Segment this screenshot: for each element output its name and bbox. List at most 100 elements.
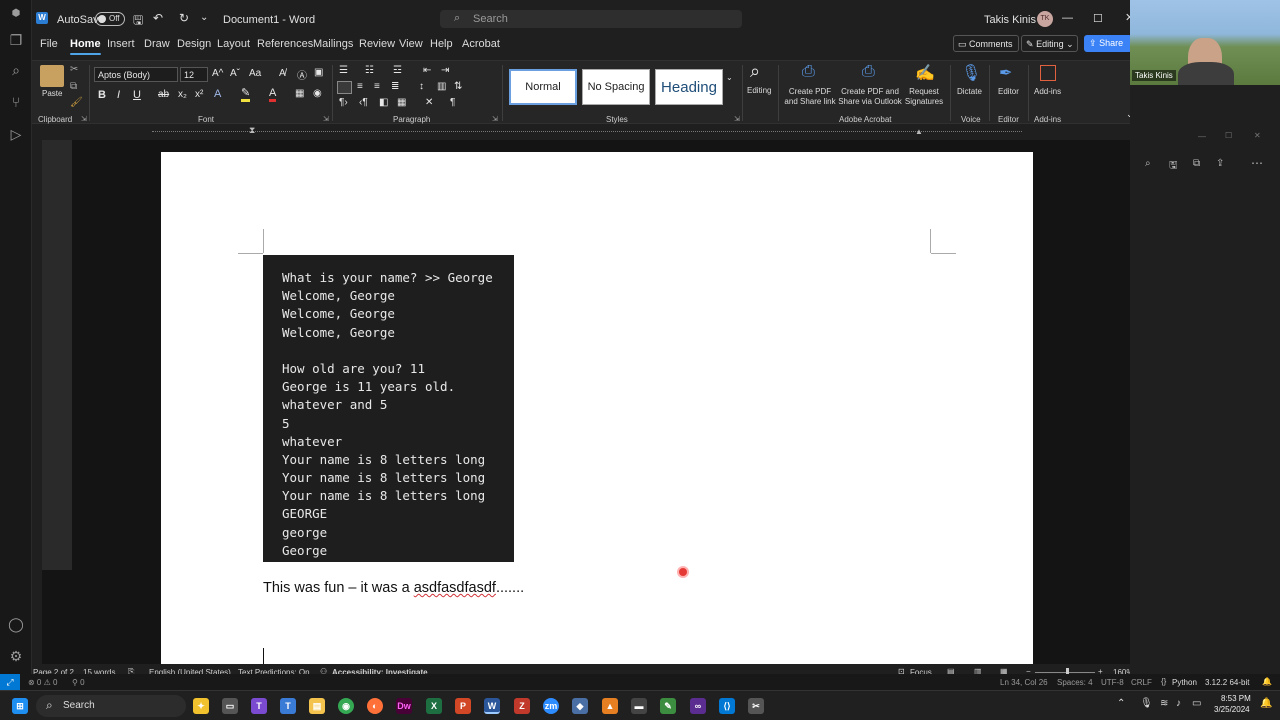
tab-insert[interactable]: Insert bbox=[107, 38, 135, 50]
notifications-icon[interactable]: 🔔 bbox=[1262, 677, 1272, 686]
filezilla-icon[interactable]: Z bbox=[514, 698, 530, 714]
indentation[interactable]: Spaces: 4 bbox=[1057, 678, 1093, 687]
subscript-icon[interactable]: x₂ bbox=[178, 89, 187, 100]
editor-pen-icon[interactable]: ✒ bbox=[999, 63, 1012, 83]
undo-icon[interactable]: ↶ bbox=[153, 11, 163, 25]
close-icon[interactable]: ✕ bbox=[1254, 131, 1261, 140]
python-interpreter[interactable]: 3.12.2 64-bit bbox=[1205, 678, 1249, 687]
tab-view[interactable]: View bbox=[399, 38, 423, 50]
vlc-icon[interactable]: ▲ bbox=[602, 698, 618, 714]
tab-references[interactable]: References bbox=[257, 38, 313, 50]
copy-icon[interactable]: ⧉ bbox=[70, 81, 77, 92]
dialog-launcher-icon[interactable]: ⇲ bbox=[734, 115, 740, 123]
columns-icon[interactable]: ▥ bbox=[437, 81, 446, 92]
tab-draw[interactable]: Draw bbox=[144, 38, 170, 50]
problems-icon[interactable]: ⊗ 0 ⚠ 0 bbox=[28, 678, 57, 687]
maximize-icon[interactable]: ☐ bbox=[1093, 12, 1103, 25]
styles-more-icon[interactable]: ⌄ bbox=[726, 73, 733, 82]
user-avatar[interactable]: TK bbox=[1037, 11, 1053, 27]
superscript-icon[interactable]: x² bbox=[195, 89, 203, 100]
notepad-icon[interactable]: ✎ bbox=[660, 698, 676, 714]
firefox-icon[interactable]: ◐ bbox=[367, 698, 383, 714]
tab-file[interactable]: File bbox=[40, 38, 58, 50]
minimize-icon[interactable]: — bbox=[1198, 132, 1206, 141]
tray-chevron-icon[interactable]: ⌃ bbox=[1117, 698, 1125, 709]
strikethrough-icon[interactable]: ab bbox=[158, 89, 169, 100]
visual-studio-icon[interactable]: ∞ bbox=[690, 698, 706, 714]
paste-icon[interactable] bbox=[40, 65, 64, 87]
search-icon[interactable]: ⌕ bbox=[8, 62, 24, 78]
typora-icon[interactable]: T bbox=[280, 698, 296, 714]
microphone-icon[interactable]: 🎙 bbox=[961, 63, 981, 83]
font-color-icon[interactable]: A bbox=[269, 88, 277, 102]
zoom-slider[interactable] bbox=[1035, 672, 1095, 673]
numbering-icon[interactable]: ☷ bbox=[365, 65, 374, 76]
taskbar-search[interactable]: ⌕ Search bbox=[36, 695, 186, 717]
save-icon[interactable]: 🖫 bbox=[1169, 158, 1178, 175]
zoom-icon[interactable]: zm bbox=[543, 698, 559, 714]
powerpoint-icon[interactable]: P bbox=[455, 698, 471, 714]
enclose-icon[interactable]: ◉ bbox=[313, 88, 322, 99]
addins-icon[interactable] bbox=[1040, 65, 1056, 81]
bold-icon[interactable]: B bbox=[98, 89, 106, 101]
comments-button[interactable]: ▭ Comments bbox=[953, 35, 1019, 52]
clear-format-icon[interactable]: A̸ bbox=[279, 68, 286, 79]
save-icon[interactable]: 🖫 bbox=[133, 11, 143, 32]
snipping-tool-icon[interactable]: ✂ bbox=[748, 698, 764, 714]
excel-icon[interactable]: X bbox=[426, 698, 442, 714]
encoding[interactable]: UTF-8 bbox=[1101, 678, 1124, 687]
terminal-output-image[interactable]: What is your name? >> George Welcome, Geo… bbox=[263, 255, 514, 562]
app-icon[interactable]: ◆ bbox=[572, 698, 588, 714]
editing-mode-button[interactable]: ✎ Editing ⌄ bbox=[1021, 35, 1078, 52]
font-size-select[interactable]: 12 bbox=[180, 67, 208, 82]
bullets-icon[interactable]: ☰ bbox=[339, 65, 348, 76]
terminal-icon[interactable]: ▬ bbox=[631, 698, 647, 714]
sort-icon[interactable]: ⇅ bbox=[454, 81, 462, 92]
more-options-icon[interactable]: ⋯ bbox=[1251, 156, 1263, 170]
horizontal-ruler[interactable]: ⧗ ▲ bbox=[32, 125, 1130, 139]
character-border-icon[interactable]: ▣ bbox=[314, 67, 323, 78]
clock-time[interactable]: 8:53 PM bbox=[1221, 694, 1251, 703]
align-center-icon[interactable]: ≡ bbox=[357, 81, 363, 92]
dictate-button[interactable]: Dictate bbox=[957, 87, 982, 97]
style-heading[interactable]: Heading bbox=[655, 69, 723, 105]
widgets-icon[interactable]: ✦ bbox=[193, 698, 209, 714]
editing-group-button[interactable]: Editing bbox=[747, 86, 771, 96]
tab-help[interactable]: Help bbox=[430, 38, 453, 50]
clock-date[interactable]: 3/25/2024 bbox=[1214, 705, 1250, 714]
create-pdf-outlook[interactable]: Create PDF and Share via Outlook bbox=[838, 87, 902, 107]
remote-icon[interactable]: ⤢ bbox=[0, 674, 20, 690]
run-debug-icon[interactable]: ▷ bbox=[8, 126, 24, 142]
tab-design[interactable]: Design bbox=[177, 38, 211, 50]
redo-icon[interactable]: ↻ bbox=[179, 11, 189, 25]
text-effects-a-icon[interactable]: A bbox=[214, 88, 221, 100]
change-case-icon[interactable]: Aa bbox=[249, 68, 261, 79]
document-page[interactable]: What is your name? >> George Welcome, Geo… bbox=[161, 152, 1033, 672]
start-windows-icon[interactable]: ⊞ bbox=[12, 698, 28, 714]
search-box[interactable]: ⌕ Search bbox=[440, 10, 742, 28]
dialog-launcher-icon[interactable]: ⇲ bbox=[323, 115, 329, 123]
vscode-icon[interactable]: ⟨⟩ bbox=[719, 698, 735, 714]
volume-icon[interactable]: ♪ bbox=[1176, 698, 1181, 709]
rtl-icon[interactable]: ‹¶ bbox=[359, 97, 368, 108]
microphone-tray-icon[interactable]: 🎙 bbox=[1140, 698, 1153, 709]
line-ending[interactable]: CRLF bbox=[1131, 678, 1152, 687]
increase-indent-icon[interactable]: ⇥ bbox=[441, 65, 449, 76]
italic-icon[interactable]: I bbox=[117, 89, 120, 101]
request-signatures[interactable]: Request Signatures bbox=[904, 87, 944, 107]
style-normal[interactable]: Normal bbox=[509, 69, 577, 105]
show-marks-icon[interactable]: ¶ bbox=[450, 97, 455, 108]
share-icon[interactable]: ⇪ bbox=[1216, 158, 1224, 169]
align-left-icon[interactable] bbox=[337, 81, 352, 94]
tab-layout[interactable]: Layout bbox=[217, 38, 250, 50]
style-no-spacing[interactable]: No Spacing bbox=[582, 69, 650, 105]
vertical-ruler[interactable] bbox=[42, 140, 72, 570]
addins-button[interactable]: Add-ins bbox=[1034, 87, 1061, 97]
cut-icon[interactable]: ✂ bbox=[70, 64, 78, 75]
teams-icon[interactable]: T bbox=[251, 698, 267, 714]
tab-acrobat[interactable]: Acrobat bbox=[462, 38, 500, 50]
body-paragraph[interactable]: This was fun – it was a asdfasdfasdf....… bbox=[263, 580, 524, 596]
language-mode[interactable]: Python bbox=[1172, 678, 1197, 687]
ports-icon[interactable]: ⚲ 0 bbox=[72, 678, 85, 687]
file-explorer-icon[interactable]: ▤ bbox=[309, 698, 325, 714]
